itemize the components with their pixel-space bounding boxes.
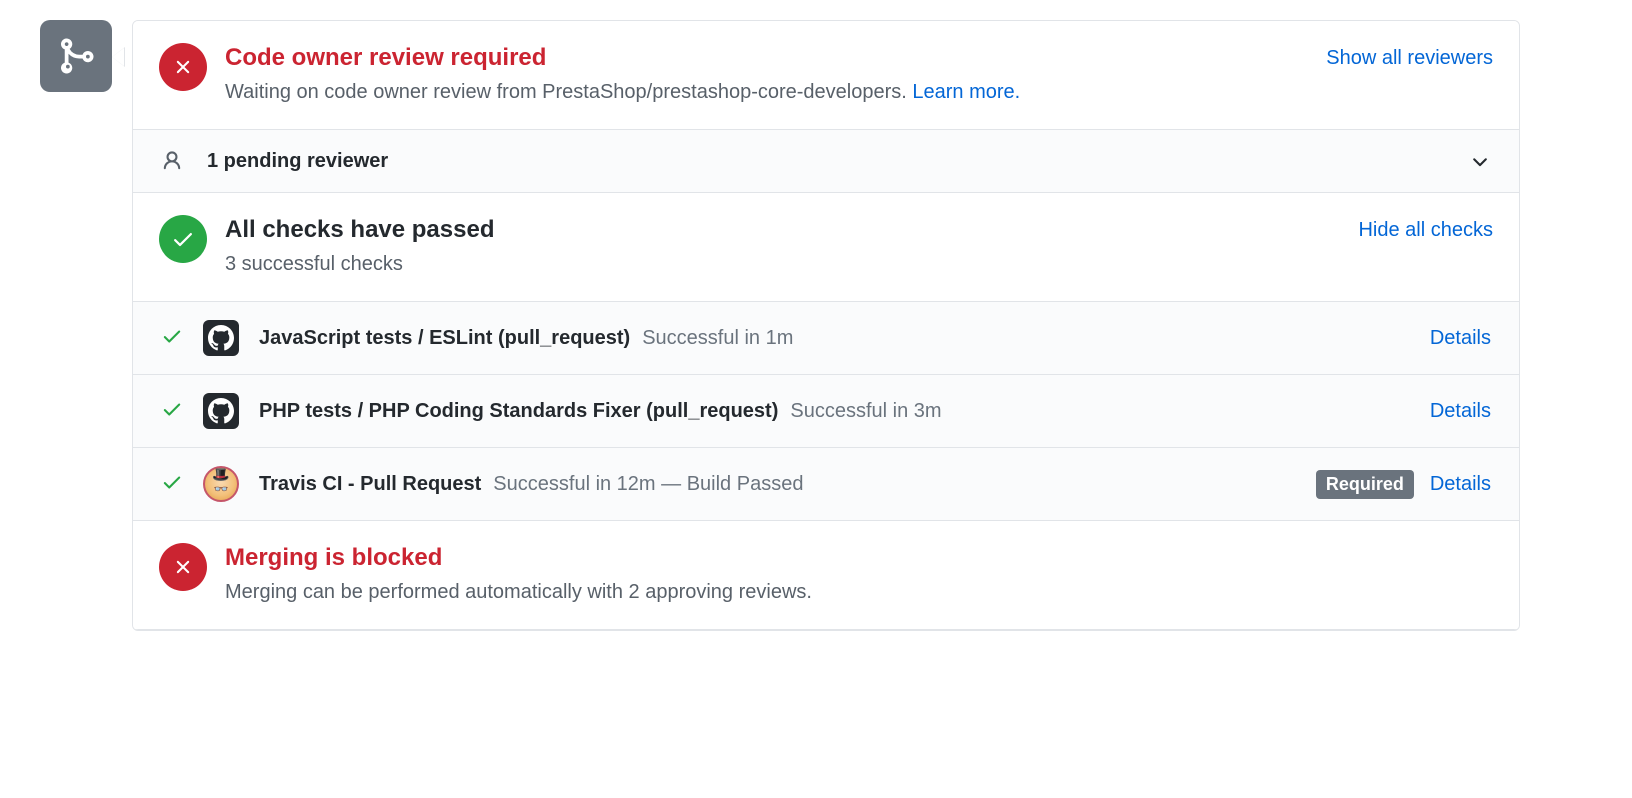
git-merge-badge — [40, 20, 112, 92]
check-icon — [171, 227, 195, 251]
check-status: Successful in 12m — Build Passed — [493, 473, 803, 496]
required-badge: Required — [1316, 470, 1414, 499]
pending-reviewer-row[interactable]: 1 pending reviewer — [133, 130, 1519, 193]
checks-passed-section: All checks have passed 3 successful chec… — [133, 193, 1519, 302]
check-right-group: Details — [1430, 327, 1491, 350]
check-success-icon — [161, 471, 183, 498]
check-row: 🎩👓 Travis CI - Pull Request Successful in … — [133, 448, 1519, 521]
error-status-icon — [159, 43, 207, 91]
check-row: PHP tests / PHP Coding Standards Fixer (… — [133, 375, 1519, 448]
chevron-down-icon — [1469, 150, 1491, 172]
check-status: Successful in 1m — [642, 327, 793, 350]
learn-more-link[interactable]: Learn more. — [912, 81, 1020, 103]
check-right-group: Required Details — [1316, 470, 1491, 499]
review-required-subtext: Waiting on code owner review from Presta… — [225, 77, 1308, 107]
check-right-group: Details — [1430, 400, 1491, 423]
check-success-icon — [161, 325, 183, 352]
check-details-link[interactable]: Details — [1430, 473, 1491, 496]
github-avatar-icon — [203, 393, 239, 429]
check-details-link[interactable]: Details — [1430, 400, 1491, 423]
x-icon — [172, 56, 194, 78]
success-status-icon — [159, 215, 207, 263]
check-text: JavaScript tests / ESLint (pull_request)… — [259, 327, 1410, 350]
review-required-title: Code owner review required — [225, 43, 1308, 73]
check-details-link[interactable]: Details — [1430, 327, 1491, 350]
merging-blocked-subtext: Merging can be performed automatically w… — [225, 577, 1493, 607]
pending-reviewer-label: 1 pending reviewer — [207, 150, 1445, 173]
check-name: PHP tests / PHP Coding Standards Fixer (… — [259, 400, 778, 423]
github-avatar-icon — [203, 320, 239, 356]
merging-blocked-section: Merging is blocked Merging can be perfor… — [133, 521, 1519, 630]
check-row: JavaScript tests / ESLint (pull_request)… — [133, 302, 1519, 375]
check-status: Successful in 3m — [790, 400, 941, 423]
checks-passed-subtext: 3 successful checks — [225, 249, 1340, 279]
review-subtext-text: Waiting on code owner review from Presta… — [225, 81, 912, 103]
error-status-icon — [159, 543, 207, 591]
check-text: PHP tests / PHP Coding Standards Fixer (… — [259, 400, 1410, 423]
review-required-section: Code owner review required Waiting on co… — [133, 21, 1519, 130]
git-merge-icon — [56, 36, 96, 76]
show-all-reviewers-link[interactable]: Show all reviewers — [1326, 47, 1493, 70]
check-success-icon — [161, 398, 183, 425]
travis-avatar-icon: 🎩👓 — [203, 466, 239, 502]
check-name: JavaScript tests / ESLint (pull_request) — [259, 327, 630, 350]
merge-status-box: Code owner review required Waiting on co… — [132, 20, 1520, 631]
merging-blocked-title: Merging is blocked — [225, 543, 1493, 573]
check-name: Travis CI - Pull Request — [259, 473, 481, 496]
x-icon — [172, 556, 194, 578]
person-icon — [161, 148, 183, 174]
checks-passed-title: All checks have passed — [225, 215, 1340, 245]
hide-all-checks-link[interactable]: Hide all checks — [1358, 219, 1493, 242]
check-text: Travis CI - Pull Request Successful in 12… — [259, 473, 1296, 496]
